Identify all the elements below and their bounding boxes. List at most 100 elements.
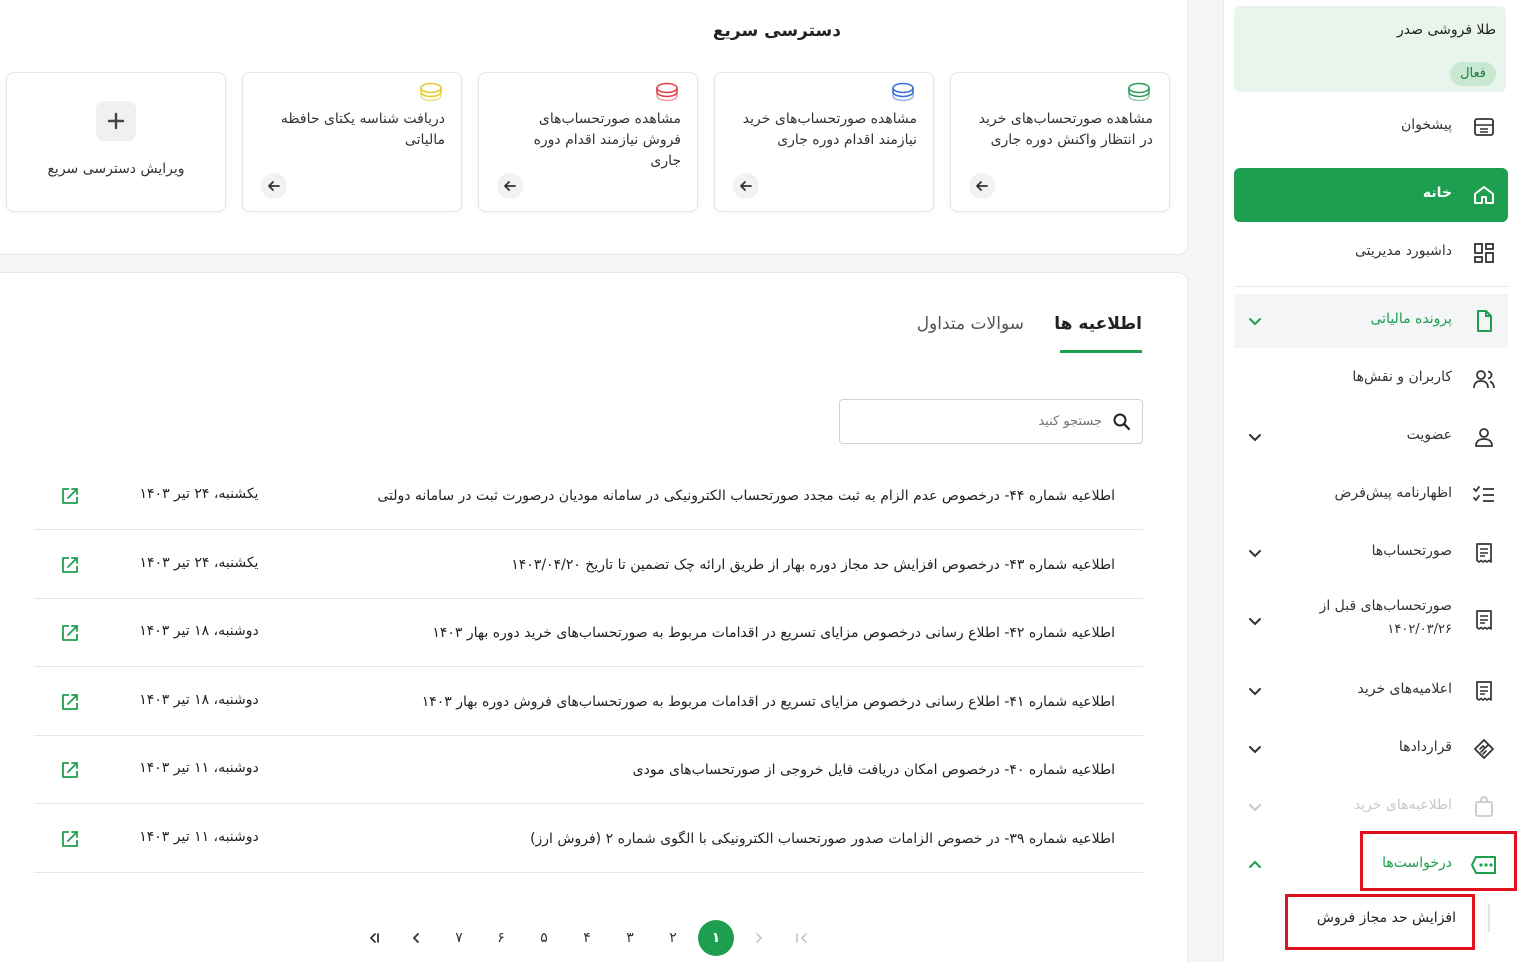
coins-red-icon xyxy=(656,82,678,102)
quick-card-purchase-pending[interactable]: مشاهده صورتحساب‌های خرید در انتظار واکنش… xyxy=(950,72,1170,212)
chevron-down-icon[interactable] xyxy=(1246,612,1264,630)
sidebar-item-purchase-announcements[interactable]: اطلاعیه‌های خرید xyxy=(1234,780,1508,834)
invoice-icon xyxy=(1476,681,1492,701)
sidebar-item-membership[interactable]: عضویت xyxy=(1234,410,1508,464)
arrow-left-icon[interactable] xyxy=(733,173,759,199)
sidebar-divider xyxy=(1234,286,1508,287)
sidebar-item-label: پیشخوان xyxy=(1400,117,1452,133)
sidebar-item-counter[interactable]: پیشخوان xyxy=(1234,100,1508,154)
chevron-down-icon[interactable] xyxy=(1246,544,1264,562)
quick-access-title: دسترسی سریع xyxy=(712,21,841,41)
last-page-button[interactable] xyxy=(784,920,820,956)
coins-blue-icon xyxy=(892,82,914,102)
edit-quick-access-label: ویرایش دسترسی سریع xyxy=(47,161,185,177)
announcement-row[interactable]: اطلاعیه شماره ۴۳- درخصوص افزایش حد مجاز … xyxy=(34,531,1143,599)
sidebar-item-label: اعلامیه‌های خرید xyxy=(1357,681,1452,697)
quick-card-sales-action[interactable]: مشاهده صورتحساب‌های فروش نیازمند اقدام د… xyxy=(478,72,698,212)
search-icon[interactable] xyxy=(1112,412,1132,432)
announcement-row[interactable]: اطلاعیه شماره ۳۹- در خصوص الزامات صدور ص… xyxy=(34,805,1143,873)
users-icon xyxy=(1473,370,1495,389)
announcement-title[interactable]: اطلاعیه شماره ۴۴- درخصوص عدم الزام به ثب… xyxy=(377,488,1115,504)
page-2-button[interactable]: ۲ xyxy=(655,920,691,956)
announcement-row[interactable]: اطلاعیه شماره ۴۴- درخصوص عدم الزام به ثب… xyxy=(34,462,1143,530)
tab-faq[interactable]: سوالات متداول xyxy=(917,314,1024,334)
sidebar-item-label-date: ۱۴۰۲/۰۳/۲۶ xyxy=(1387,622,1452,637)
chevron-up-icon[interactable] xyxy=(1246,856,1264,874)
sidebar-item-dashboard[interactable]: داشبورد مدیریتی xyxy=(1234,226,1508,280)
announcement-date: دوشنبه، ۱۸ تیر ۱۴۰۳ xyxy=(139,623,259,639)
external-link-icon[interactable] xyxy=(60,829,80,849)
page-6-button[interactable]: ۶ xyxy=(483,920,519,956)
sidebar-item-label: داشبورد مدیریتی xyxy=(1354,243,1452,259)
search-box xyxy=(839,399,1143,444)
announcement-title[interactable]: اطلاعیه شماره ۴۲- اطلاع رسانی درخصوص مزا… xyxy=(432,625,1115,641)
sidebar-item-users[interactable]: کاربران و نقش‌ها xyxy=(1234,352,1508,406)
chevron-down-icon[interactable] xyxy=(1246,740,1264,758)
checklist-icon xyxy=(1473,486,1494,502)
announcement-row[interactable]: اطلاعیه شماره ۴۲- اطلاع رسانی درخصوص مزا… xyxy=(34,599,1143,667)
page-1-button[interactable]: ۱ xyxy=(698,920,734,956)
next-page-button[interactable] xyxy=(741,920,777,956)
quick-card-purchase-action[interactable]: مشاهده صورتحساب‌های خرید نیازمند اقدام د… xyxy=(714,72,934,212)
announcement-date: دوشنبه، ۱۱ تیر ۱۴۰۳ xyxy=(139,829,259,845)
sidebar-item-invoices[interactable]: صورتحساب‌ها xyxy=(1234,526,1508,580)
external-link-icon[interactable] xyxy=(60,555,80,575)
announcement-title[interactable]: اطلاعیه شماره ۴۳- درخصوص افزایش حد مجاز … xyxy=(511,557,1115,573)
search-input[interactable] xyxy=(862,408,1102,435)
arrow-left-icon[interactable] xyxy=(497,173,523,199)
sidebar-item-label: کاربران و نقش‌ها xyxy=(1352,369,1452,385)
sidebar-item-label: قراردادها xyxy=(1398,739,1452,755)
plus-icon[interactable] xyxy=(96,101,136,141)
external-link-icon[interactable] xyxy=(60,486,80,506)
chevron-down-icon[interactable] xyxy=(1246,428,1264,446)
announcement-date: یکشنبه، ۲۴ تیر ۱۴۰۳ xyxy=(139,555,259,571)
sidebar-item-tax-file[interactable]: پرونده مالیاتی xyxy=(1234,294,1508,348)
sidebar-item-label: خانه xyxy=(1422,185,1452,201)
arrow-left-icon[interactable] xyxy=(261,173,287,199)
announcement-title[interactable]: اطلاعیه شماره ۴۰- درخصوص امکان دریافت فا… xyxy=(633,762,1115,778)
sidebar-item-purchase-notices[interactable]: اعلامیه‌های خرید xyxy=(1234,664,1508,718)
sidebar-item-old-invoices[interactable]: صورتحساب‌های قبل از ۱۴۰۲/۰۳/۲۶ xyxy=(1234,584,1508,654)
arrow-left-icon[interactable] xyxy=(969,173,995,199)
edit-quick-access-card[interactable]: ویرایش دسترسی سریع xyxy=(6,72,226,212)
sidebar-item-label: اطلاعیه‌های خرید xyxy=(1353,797,1452,813)
coins-yellow-icon xyxy=(420,82,442,102)
sidebar-item-label: صورتحساب‌ها xyxy=(1371,543,1452,559)
tab-announcements[interactable]: اطلاعیه ها xyxy=(1054,314,1142,334)
quick-card-label: مشاهده صورتحساب‌های فروش نیازمند اقدام د… xyxy=(533,111,681,169)
handshake-icon xyxy=(1474,739,1494,759)
home-icon xyxy=(1474,186,1494,204)
file-icon xyxy=(1477,310,1492,332)
sidebar-item-contracts[interactable]: قراردادها xyxy=(1234,722,1508,776)
chevron-down-icon[interactable] xyxy=(1246,312,1264,330)
page-5-button[interactable]: ۵ xyxy=(526,920,562,956)
announcement-title[interactable]: اطلاعیه شماره ۴۱- اطلاع رسانی درخصوص مزا… xyxy=(422,694,1115,710)
company-name: طلا فروشی صدر xyxy=(1397,22,1496,38)
first-page-button[interactable] xyxy=(355,920,391,956)
sidebar-item-default-declaration[interactable]: اظهارنامه پیش‌فرض xyxy=(1234,468,1508,522)
bag-icon xyxy=(1475,796,1493,817)
page-4-button[interactable]: ۴ xyxy=(569,920,605,956)
chevron-down-icon[interactable] xyxy=(1246,798,1264,816)
announcement-title[interactable]: اطلاعیه شماره ۳۹- در خصوص الزامات صدور ص… xyxy=(530,831,1115,847)
company-card[interactable]: طلا فروشی صدر فعال xyxy=(1234,6,1506,92)
quick-card-memory-id[interactable]: دریافت شناسه یکتای حافظه مالیاتی xyxy=(242,72,462,212)
sidebar-item-home[interactable]: خانه xyxy=(1234,168,1508,222)
announcement-row[interactable]: اطلاعیه شماره ۴۰- درخصوص امکان دریافت فا… xyxy=(34,736,1143,804)
external-link-icon[interactable] xyxy=(60,692,80,712)
quick-card-label: دریافت شناسه یکتای حافظه مالیاتی xyxy=(280,111,445,148)
page-3-button[interactable]: ۳ xyxy=(612,920,648,956)
sidebar: طلا فروشی صدر فعال پیشخوان خانه داشبورد … xyxy=(1223,0,1517,962)
user-icon xyxy=(1475,428,1493,447)
announcement-date: دوشنبه، ۱۱ تیر ۱۴۰۳ xyxy=(139,760,259,776)
tab-active-underline xyxy=(1060,350,1142,353)
external-link-icon[interactable] xyxy=(60,760,80,780)
external-link-icon[interactable] xyxy=(60,623,80,643)
highlight-box-subitem xyxy=(1285,894,1475,950)
page-7-button[interactable]: ۷ xyxy=(441,920,477,956)
chevron-down-icon[interactable] xyxy=(1246,682,1264,700)
announcement-row[interactable]: اطلاعیه شماره ۴۱- اطلاع رسانی درخصوص مزا… xyxy=(34,668,1143,736)
coins-green-icon xyxy=(1128,82,1150,102)
prev-page-button[interactable] xyxy=(398,920,434,956)
quick-card-label: مشاهده صورتحساب‌های خرید در انتظار واکنش… xyxy=(978,111,1153,148)
